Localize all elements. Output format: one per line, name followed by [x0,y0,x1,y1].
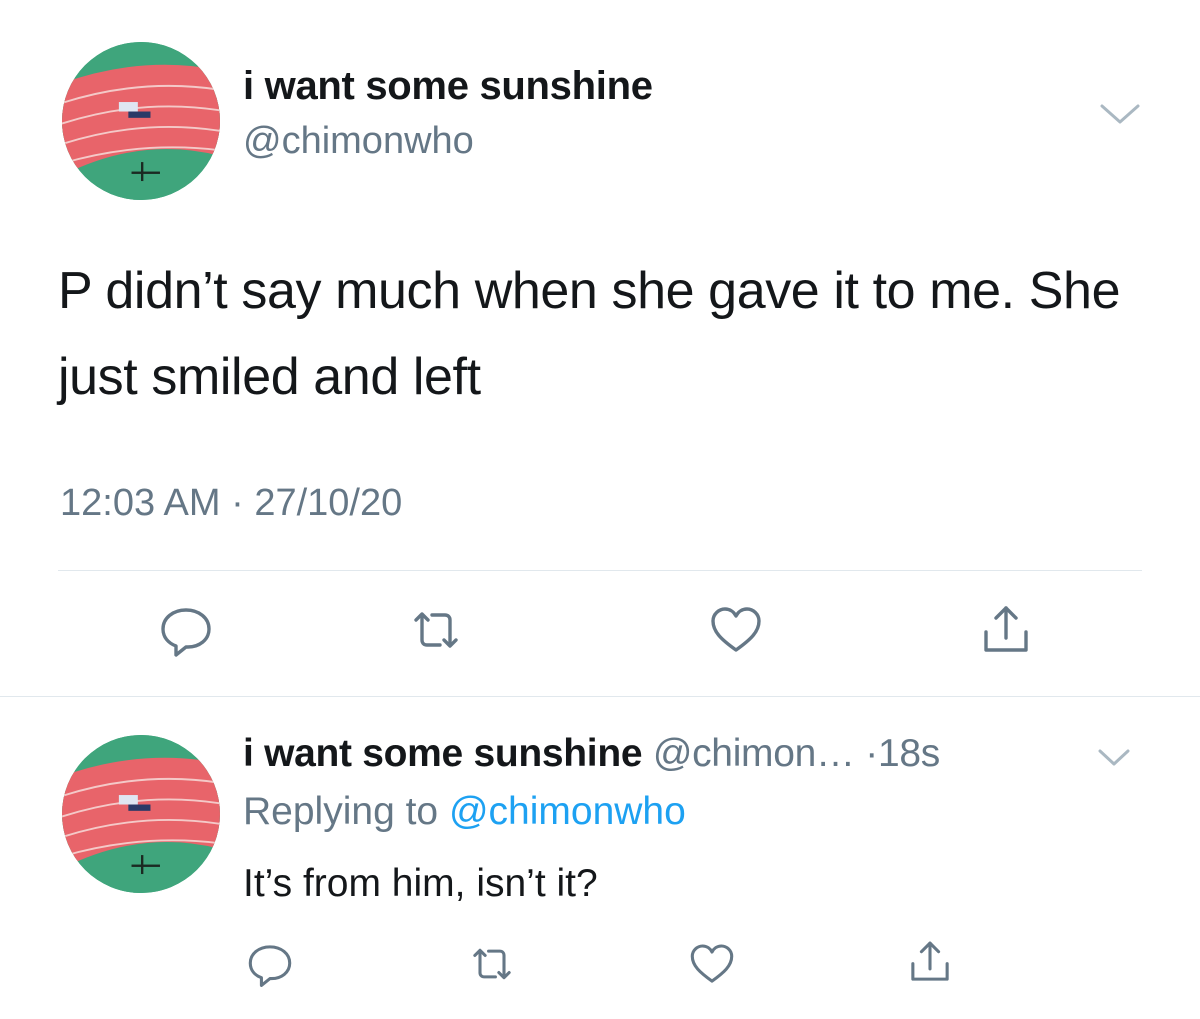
user-handle[interactable]: @chimonwho [243,120,474,163]
share-icon[interactable] [906,938,954,986]
share-icon[interactable] [978,602,1034,658]
avatar-image [62,42,220,200]
retweet-icon[interactable] [468,940,516,988]
mention-link[interactable]: @chimonwho [449,790,686,833]
tweet-thread-page: i want some sunshine @chimonwho P didn’t… [0,0,1200,1019]
tweet-timestamp[interactable]: 12:03 AM · 27/10/20 [60,482,402,525]
avatar[interactable] [62,735,220,893]
chevron-down-icon[interactable] [1098,98,1142,128]
display-name[interactable]: i want some sunshine [243,732,643,775]
divider [58,570,1142,571]
reply-header: i want some sunshine @chimon… ·18s [243,732,940,776]
user-handle[interactable]: @chimon… [653,732,855,775]
avatar[interactable] [62,42,220,200]
tweet-text: It’s from him, isn’t it? [243,862,598,905]
comment-icon[interactable] [246,940,294,988]
heart-icon[interactable] [688,940,736,988]
chevron-down-icon[interactable] [1096,744,1132,770]
retweet-icon[interactable] [408,602,464,658]
tweet-text: P didn’t say much when she gave it to me… [58,262,1121,406]
replying-prefix: Replying to [243,790,449,833]
separator-dot: · [854,732,878,775]
tweet-age[interactable]: 18s [878,732,940,775]
heart-icon[interactable] [708,602,764,658]
avatar-image [62,735,220,893]
comment-icon[interactable] [158,602,214,658]
divider [0,696,1200,697]
display-name[interactable]: i want some sunshine [243,64,653,109]
replying-to: Replying to @chimonwho [243,790,686,834]
